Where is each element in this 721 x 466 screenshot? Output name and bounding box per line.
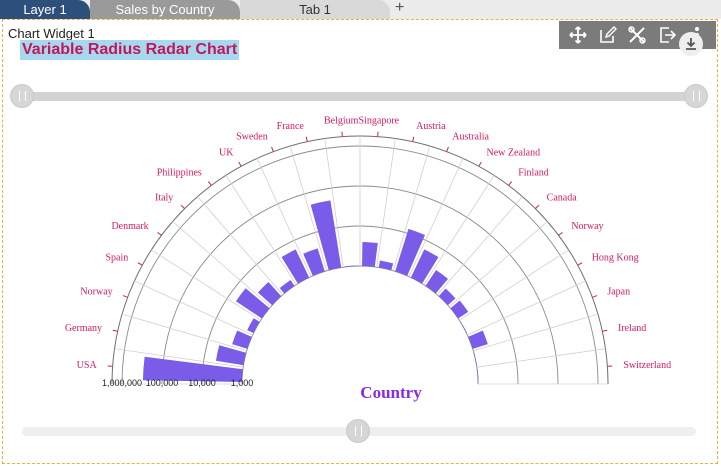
radial-grid-line (459, 249, 569, 321)
country-label: Finland (518, 168, 549, 179)
category-tick (207, 181, 212, 186)
radar-bar (473, 352, 477, 366)
radial-grid-line (134, 280, 253, 336)
radius-tick-label: 1,000,000 (102, 378, 142, 388)
category-tick (412, 136, 415, 142)
category-tick (122, 295, 128, 298)
category-tick (577, 262, 583, 266)
country-label: Singapore (359, 116, 400, 127)
radar-bar (460, 321, 467, 334)
country-label: Spain (106, 252, 129, 263)
category-tick (478, 161, 482, 167)
category-tick (271, 146, 274, 152)
country-label: Canada (547, 192, 578, 203)
country-label: Norway (80, 287, 112, 298)
country-label: Germany (65, 323, 102, 334)
radar-bars (142, 200, 488, 382)
radial-grid-line (476, 348, 606, 368)
category-tick (592, 295, 598, 298)
category-tick (305, 136, 308, 142)
country-label: Japan (607, 287, 630, 298)
country-label: Switzerland (623, 360, 671, 371)
category-tick (558, 231, 563, 236)
country-label: Sweden (236, 132, 268, 143)
category-tick (180, 204, 185, 209)
country-label: USA (77, 360, 98, 371)
country-label: UK (219, 147, 234, 158)
radar-bar (378, 260, 394, 271)
radar-bar (362, 241, 378, 267)
country-label: Hong Kong (592, 252, 639, 263)
category-tick (508, 181, 513, 186)
radius-tick-label: 1,000 (231, 378, 254, 388)
category-tick (535, 204, 540, 209)
axis-title: Country (360, 383, 422, 402)
radial-grid-line (121, 313, 247, 352)
country-label: Austria (416, 121, 446, 132)
radar-chart: USA Germany Norway Spain Denmark Italy Philipp… (65, 116, 671, 402)
country-label: New Zealand (487, 147, 541, 158)
radar-bar (438, 288, 456, 306)
radial-grid-line (151, 249, 261, 321)
country-label: Italy (155, 192, 173, 203)
category-tick (137, 262, 143, 266)
radial-grid-line (423, 175, 495, 285)
category-tick (446, 146, 449, 152)
radial-grid-line (376, 138, 396, 268)
category-tick (602, 329, 608, 332)
country-label: Belgium (324, 116, 359, 127)
radius-tick-label: 100,000 (146, 378, 179, 388)
radius-tick-label: 10,000 (188, 378, 216, 388)
country-label: Australia (452, 132, 489, 143)
radius-tick-labels: 1,000,000 100,000 10,000 1,000 (102, 378, 253, 388)
radial-grid-line (467, 280, 586, 336)
category-tick (157, 231, 162, 236)
country-label: Denmark (111, 221, 148, 232)
radar-bar (215, 345, 247, 366)
country-label: France (277, 121, 305, 132)
category-tick (238, 161, 242, 167)
radial-grid-line (225, 175, 297, 285)
country-label: Norway (571, 221, 603, 232)
country-label: Philippines (157, 168, 202, 179)
country-label: Ireland (618, 323, 646, 334)
category-tick (112, 329, 118, 332)
radial-grid-line (473, 313, 599, 352)
